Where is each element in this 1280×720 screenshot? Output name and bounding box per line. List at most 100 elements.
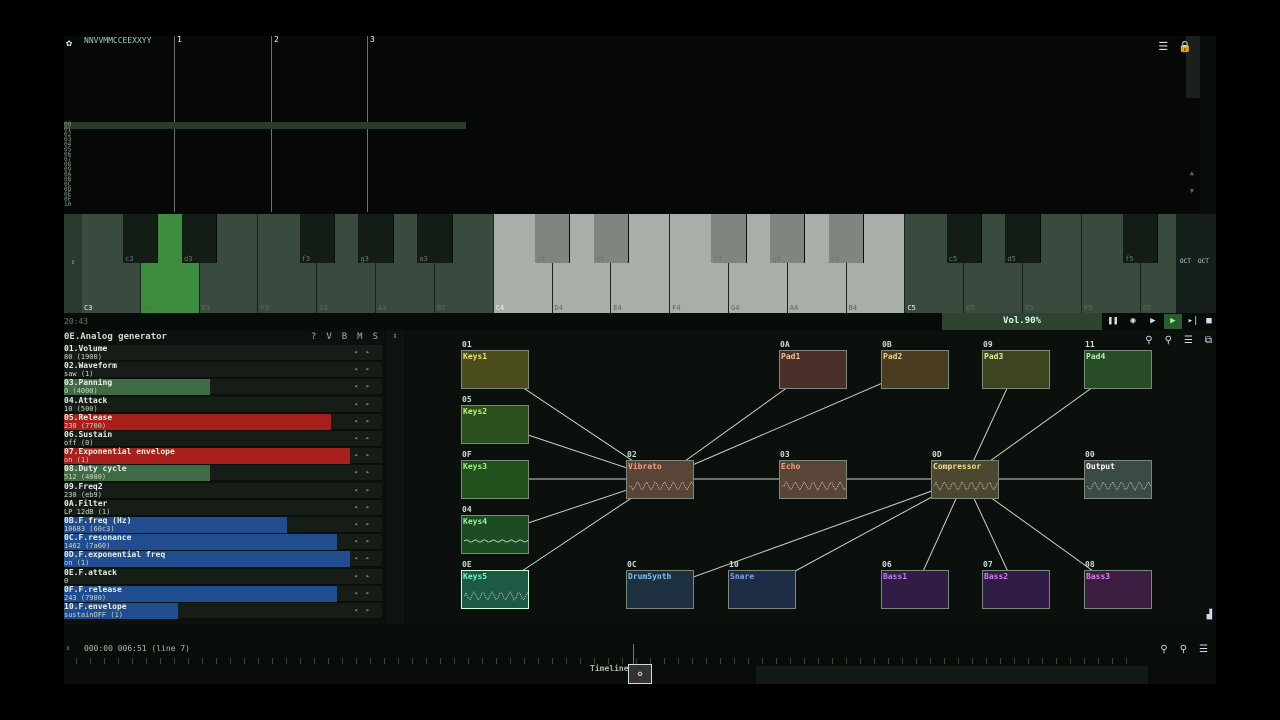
- level-meter-icon[interactable]: ▟: [1207, 610, 1212, 620]
- pattern-row[interactable]: [80, 179, 466, 180]
- pattern-row[interactable]: [80, 134, 466, 135]
- property-stepper-icon[interactable]: ◂▸: [354, 400, 378, 408]
- pattern-row[interactable]: [80, 149, 466, 150]
- zoom-out-icon[interactable]: ⚲: [1160, 644, 1167, 655]
- property-row[interactable]: 0D.F.exponential freq on (1) ◂▸: [64, 551, 382, 568]
- module-node[interactable]: 00 Output: [1084, 450, 1152, 499]
- piano-black-key[interactable]: g4: [770, 214, 806, 263]
- property-row[interactable]: 03.Panning 0 (4000) ◂▸: [64, 379, 382, 396]
- module-node[interactable]: 05 Keys2: [461, 395, 529, 444]
- module-node[interactable]: 0B Pad2: [881, 340, 949, 389]
- piano-black-key[interactable]: a4: [828, 214, 865, 263]
- property-stepper-icon[interactable]: ◂▸: [354, 382, 378, 390]
- zoom-out-icon[interactable]: ⚲: [1145, 335, 1152, 346]
- property-row[interactable]: 01.Volume 80 (1900) ◂▸: [64, 345, 382, 361]
- pattern-scroll-arrows[interactable]: ▲ ▼: [1190, 164, 1194, 200]
- property-stepper-icon[interactable]: ◂▸: [354, 451, 378, 459]
- layout-icon[interactable]: ⧉: [1205, 335, 1212, 346]
- module-node[interactable]: 03 Echo: [779, 450, 847, 499]
- property-stepper-icon[interactable]: ◂▸: [354, 486, 378, 494]
- octave-down-button[interactable]: OCT: [1180, 258, 1191, 265]
- property-stepper-icon[interactable]: ◂▸: [354, 468, 378, 476]
- piano-black-key[interactable]: f5: [1123, 214, 1159, 263]
- menu-icon[interactable]: ☰: [1158, 40, 1168, 53]
- property-stepper-icon[interactable]: ◂▸: [354, 520, 378, 528]
- property-stepper-icon[interactable]: ◂▸: [354, 417, 378, 425]
- menu-icon[interactable]: ☰: [1199, 644, 1208, 655]
- module-node[interactable]: 07 Bass2: [982, 560, 1050, 609]
- piano-resize-icon[interactable]: ⇕: [64, 214, 82, 313]
- property-stepper-icon[interactable]: ◂▸: [354, 537, 378, 545]
- module-node[interactable]: 08 Bass3: [1084, 560, 1152, 609]
- piano-black-key[interactable]: c4: [534, 214, 571, 263]
- timeline-scrollbar[interactable]: [756, 666, 1148, 684]
- module-node[interactable]: 0F Keys3: [461, 450, 529, 499]
- module-node[interactable]: 06 Bass1: [881, 560, 949, 609]
- pattern-row[interactable]: [80, 174, 466, 175]
- zoom-in-icon[interactable]: ⚲: [1165, 335, 1172, 346]
- pattern-row[interactable]: [80, 124, 466, 125]
- solo-button[interactable]: S: [373, 332, 378, 342]
- property-row[interactable]: 06.Sustain off (0) ◂▸: [64, 431, 382, 447]
- record-icon[interactable]: ◉: [1124, 314, 1142, 329]
- property-stepper-icon[interactable]: ◂▸: [354, 365, 378, 373]
- piano-black-key[interactable]: c3: [123, 214, 159, 263]
- piano-black-key[interactable]: g3: [358, 214, 394, 263]
- bypass-button[interactable]: B: [342, 332, 347, 342]
- pattern-row[interactable]: [80, 169, 466, 170]
- property-stepper-icon[interactable]: ◂▸: [354, 606, 378, 614]
- help-button[interactable]: ?: [311, 332, 316, 342]
- pattern-row[interactable]: [80, 154, 466, 155]
- pattern-row[interactable]: [80, 129, 466, 130]
- piano-black-key[interactable]: d4: [593, 214, 629, 263]
- property-stepper-icon[interactable]: ◂▸: [354, 503, 378, 511]
- property-stepper-icon[interactable]: ◂▸: [354, 348, 378, 356]
- piano-black-key[interactable]: f4: [711, 214, 747, 263]
- piano-black-key[interactable]: a3: [417, 214, 453, 263]
- property-row[interactable]: 07.Exponential envelope on (1) ◂▸: [64, 448, 382, 465]
- timeline-thumb-icon[interactable]: ✿: [628, 664, 652, 684]
- property-stepper-icon[interactable]: ◂▸: [354, 554, 378, 562]
- module-node[interactable]: 01 Keys1: [461, 340, 529, 389]
- property-row[interactable]: 10.F.envelope sustainOFF (1) ◂▸: [64, 603, 382, 619]
- module-node[interactable]: 10 Snare: [728, 560, 796, 609]
- module-node[interactable]: 0A Pad1: [779, 340, 847, 389]
- property-row[interactable]: 04.Attack 10 (500) ◂▸: [64, 396, 382, 413]
- pattern-row[interactable]: [80, 139, 466, 140]
- pattern-row[interactable]: [80, 159, 466, 160]
- timeline-resize-icon[interactable]: ⇕: [66, 644, 70, 652]
- module-node[interactable]: 0D Compressor: [931, 450, 999, 499]
- module-node[interactable]: 02 Vibrato: [626, 450, 694, 499]
- piano-black-key[interactable]: d3: [181, 214, 218, 263]
- piano-keyboard[interactable]: ⇕ C3 D3 E3 F3 G3 A3 B3 C4 D4 E4 F4 G4 A4 B4 C5 D5 E5 F5 G5…: [64, 214, 1216, 313]
- play-from-start-icon[interactable]: ▶: [1144, 314, 1162, 329]
- pattern-editor[interactable]: ✿ NNVVMMCCEEXXYY 1 2 3 00 01 02 03 04 05 06 07 0…: [64, 36, 1200, 214]
- pattern-row[interactable]: [80, 164, 466, 165]
- module-node[interactable]: 09 Pad3: [982, 340, 1050, 389]
- property-stepper-icon[interactable]: ◂▸: [354, 572, 378, 580]
- pattern-row[interactable]: [80, 194, 466, 195]
- octave-up-button[interactable]: OCT: [1198, 258, 1209, 265]
- volume-slider[interactable]: Vol.90%: [942, 313, 1102, 330]
- property-row[interactable]: 0B.F.freq (Hz) 10683 (60c3) ◂▸: [64, 517, 382, 533]
- stop-icon[interactable]: ■: [1200, 314, 1216, 329]
- pattern-row[interactable]: [80, 144, 466, 145]
- property-row[interactable]: 0F.F.release 243 (7900) ◂▸: [64, 585, 382, 602]
- module-node[interactable]: 04 Keys4: [461, 505, 529, 554]
- mute-button[interactable]: M: [357, 332, 362, 342]
- module-node[interactable]: 11 Pad4: [1084, 340, 1152, 389]
- pause-icon[interactable]: ❚❚: [1104, 314, 1122, 329]
- piano-black-key[interactable]: f3: [299, 214, 335, 263]
- pattern-row[interactable]: [80, 184, 466, 185]
- module-node[interactable]: 0E Keys5: [461, 560, 529, 609]
- property-row[interactable]: 0E.F.attack 0 ◂▸: [64, 568, 382, 585]
- property-row[interactable]: 05.Release 230 (7700) ◂▸: [64, 413, 382, 430]
- property-stepper-icon[interactable]: ◂▸: [354, 434, 378, 442]
- piano-black-key[interactable]: d5: [1005, 214, 1041, 263]
- menu-icon[interactable]: ☰: [1184, 335, 1193, 346]
- module-node[interactable]: 0C DrumSynth: [626, 560, 694, 609]
- property-stepper-icon[interactable]: ◂▸: [354, 589, 378, 597]
- property-row[interactable]: 08.Duty cycle 512 (4000) ◂▸: [64, 465, 382, 482]
- property-row[interactable]: 09.Freq2 230 (eb9) ◂▸: [64, 482, 382, 499]
- piano-black-key[interactable]: c5: [946, 214, 982, 263]
